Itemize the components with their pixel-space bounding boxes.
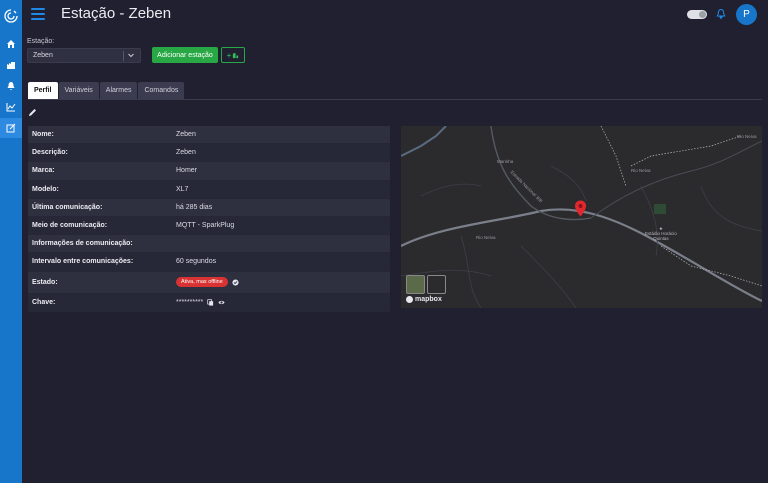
table-row: Nome: Zeben	[28, 126, 390, 145]
row-value: Homer	[176, 167, 198, 175]
menu-toggle-button[interactable]	[31, 8, 45, 20]
add-station-button[interactable]: Adicionar estação	[152, 47, 218, 63]
sidebar	[0, 0, 22, 483]
pencil-icon[interactable]	[28, 108, 37, 117]
map-label: Rio Neiva	[737, 134, 757, 139]
factory-icon	[7, 62, 15, 69]
profile-table: Nome: Zeben Descrição: Zeben Marca: Home…	[28, 126, 390, 312]
map-label: Rio Neiva	[476, 235, 496, 240]
chart-line-icon	[6, 103, 16, 112]
row-value: Zeben	[176, 149, 196, 157]
sidebar-item-edit[interactable]	[0, 118, 22, 138]
map-pin-icon[interactable]	[574, 200, 587, 217]
station-label: Estação:	[27, 38, 55, 45]
building-icon	[233, 52, 239, 58]
table-row: Estado: Ativa, mas offline	[28, 271, 390, 294]
eye-icon[interactable]	[218, 299, 225, 306]
station-select[interactable]: Zeben	[27, 48, 141, 63]
sidebar-item-alarms[interactable]	[0, 76, 22, 96]
edit-square-icon	[6, 123, 16, 133]
map-label: Rio Neiva	[631, 168, 651, 173]
dark-layer-button[interactable]	[427, 275, 446, 294]
table-row: Meio de comunicação: MQTT - SparkPlug	[28, 216, 390, 236]
table-row: Modelo: XL7	[28, 180, 390, 199]
station-select-value: Zeben	[33, 52, 53, 59]
sidebar-item-charts[interactable]	[0, 97, 22, 117]
row-key: Informações de comunicação:	[32, 240, 133, 248]
status-badge: Ativa, mas offline	[176, 277, 228, 287]
row-key: Última comunicação:	[32, 203, 103, 211]
tab-perfil[interactable]: Perfil	[28, 82, 58, 99]
table-row: Informações de comunicação:	[28, 235, 390, 254]
chevron-down-icon	[128, 53, 134, 58]
map-base	[401, 126, 762, 308]
table-row: Última comunicação: há 285 dias	[28, 198, 390, 217]
row-key: Nome:	[32, 131, 54, 139]
row-key: Estado:	[32, 278, 58, 286]
row-value: **********	[174, 299, 390, 306]
tab-alarmes[interactable]: Alarmes	[99, 82, 138, 99]
profile-tabs: Perfil Variáveis Alarmes Comandos	[28, 82, 185, 99]
row-key: Intervalo entre comunicações:	[32, 258, 134, 266]
table-row: Chave: **********	[28, 293, 390, 312]
notifications-bell-icon[interactable]	[715, 8, 727, 20]
map-label: Marinha	[497, 159, 514, 164]
key-masked-value: **********	[176, 298, 204, 306]
satellite-layer-button[interactable]	[406, 275, 425, 294]
tab-comandos[interactable]: Comandos	[138, 82, 185, 99]
user-avatar[interactable]: P	[736, 4, 757, 25]
select-separator	[123, 51, 124, 61]
add-station-alt-button[interactable]: +	[221, 47, 245, 63]
row-key: Descrição:	[32, 149, 68, 157]
bell-icon	[7, 82, 15, 91]
plus-label: +	[226, 50, 232, 60]
sidebar-item-stations[interactable]	[0, 55, 22, 75]
table-row: Descrição: Zeben	[28, 144, 390, 163]
station-map[interactable]: Rio Neiva Rio Neiva Rio Neiva Marinha Es…	[401, 126, 762, 308]
row-value: Zeben	[176, 131, 196, 139]
page-title: Estação - Zeben	[61, 5, 172, 22]
row-value: Ativa, mas offline	[174, 277, 390, 287]
sidebar-item-home[interactable]	[0, 34, 22, 54]
poi-name: Estádio Horácio Quintas	[645, 231, 677, 241]
theme-toggle[interactable]	[687, 10, 707, 19]
row-key: Meio de comunicação:	[32, 222, 108, 230]
row-value: 60 segundos	[176, 258, 217, 266]
table-row: Intervalo entre comunicações: 60 segundo…	[28, 253, 390, 272]
tab-variaveis[interactable]: Variáveis	[58, 82, 99, 99]
poi-label: ★ Estádio Horácio Quintas	[645, 226, 677, 241]
mapbox-logo: mapbox	[406, 296, 442, 303]
mapbox-mark-icon	[406, 296, 413, 303]
home-icon	[7, 40, 15, 48]
tabs-divider	[28, 99, 762, 100]
copy-icon[interactable]	[207, 298, 214, 306]
row-value: MQTT - SparkPlug	[176, 222, 235, 230]
mapbox-text: mapbox	[415, 296, 442, 303]
app-logo-icon[interactable]	[3, 8, 19, 24]
check-circle-icon[interactable]	[232, 278, 239, 286]
row-value: XL7	[176, 185, 189, 193]
table-row: Marca: Homer	[28, 162, 390, 181]
row-key: Chave:	[32, 298, 56, 306]
row-key: Modelo:	[32, 185, 59, 193]
row-key: Marca:	[32, 167, 55, 175]
row-value: há 285 dias	[176, 203, 213, 211]
